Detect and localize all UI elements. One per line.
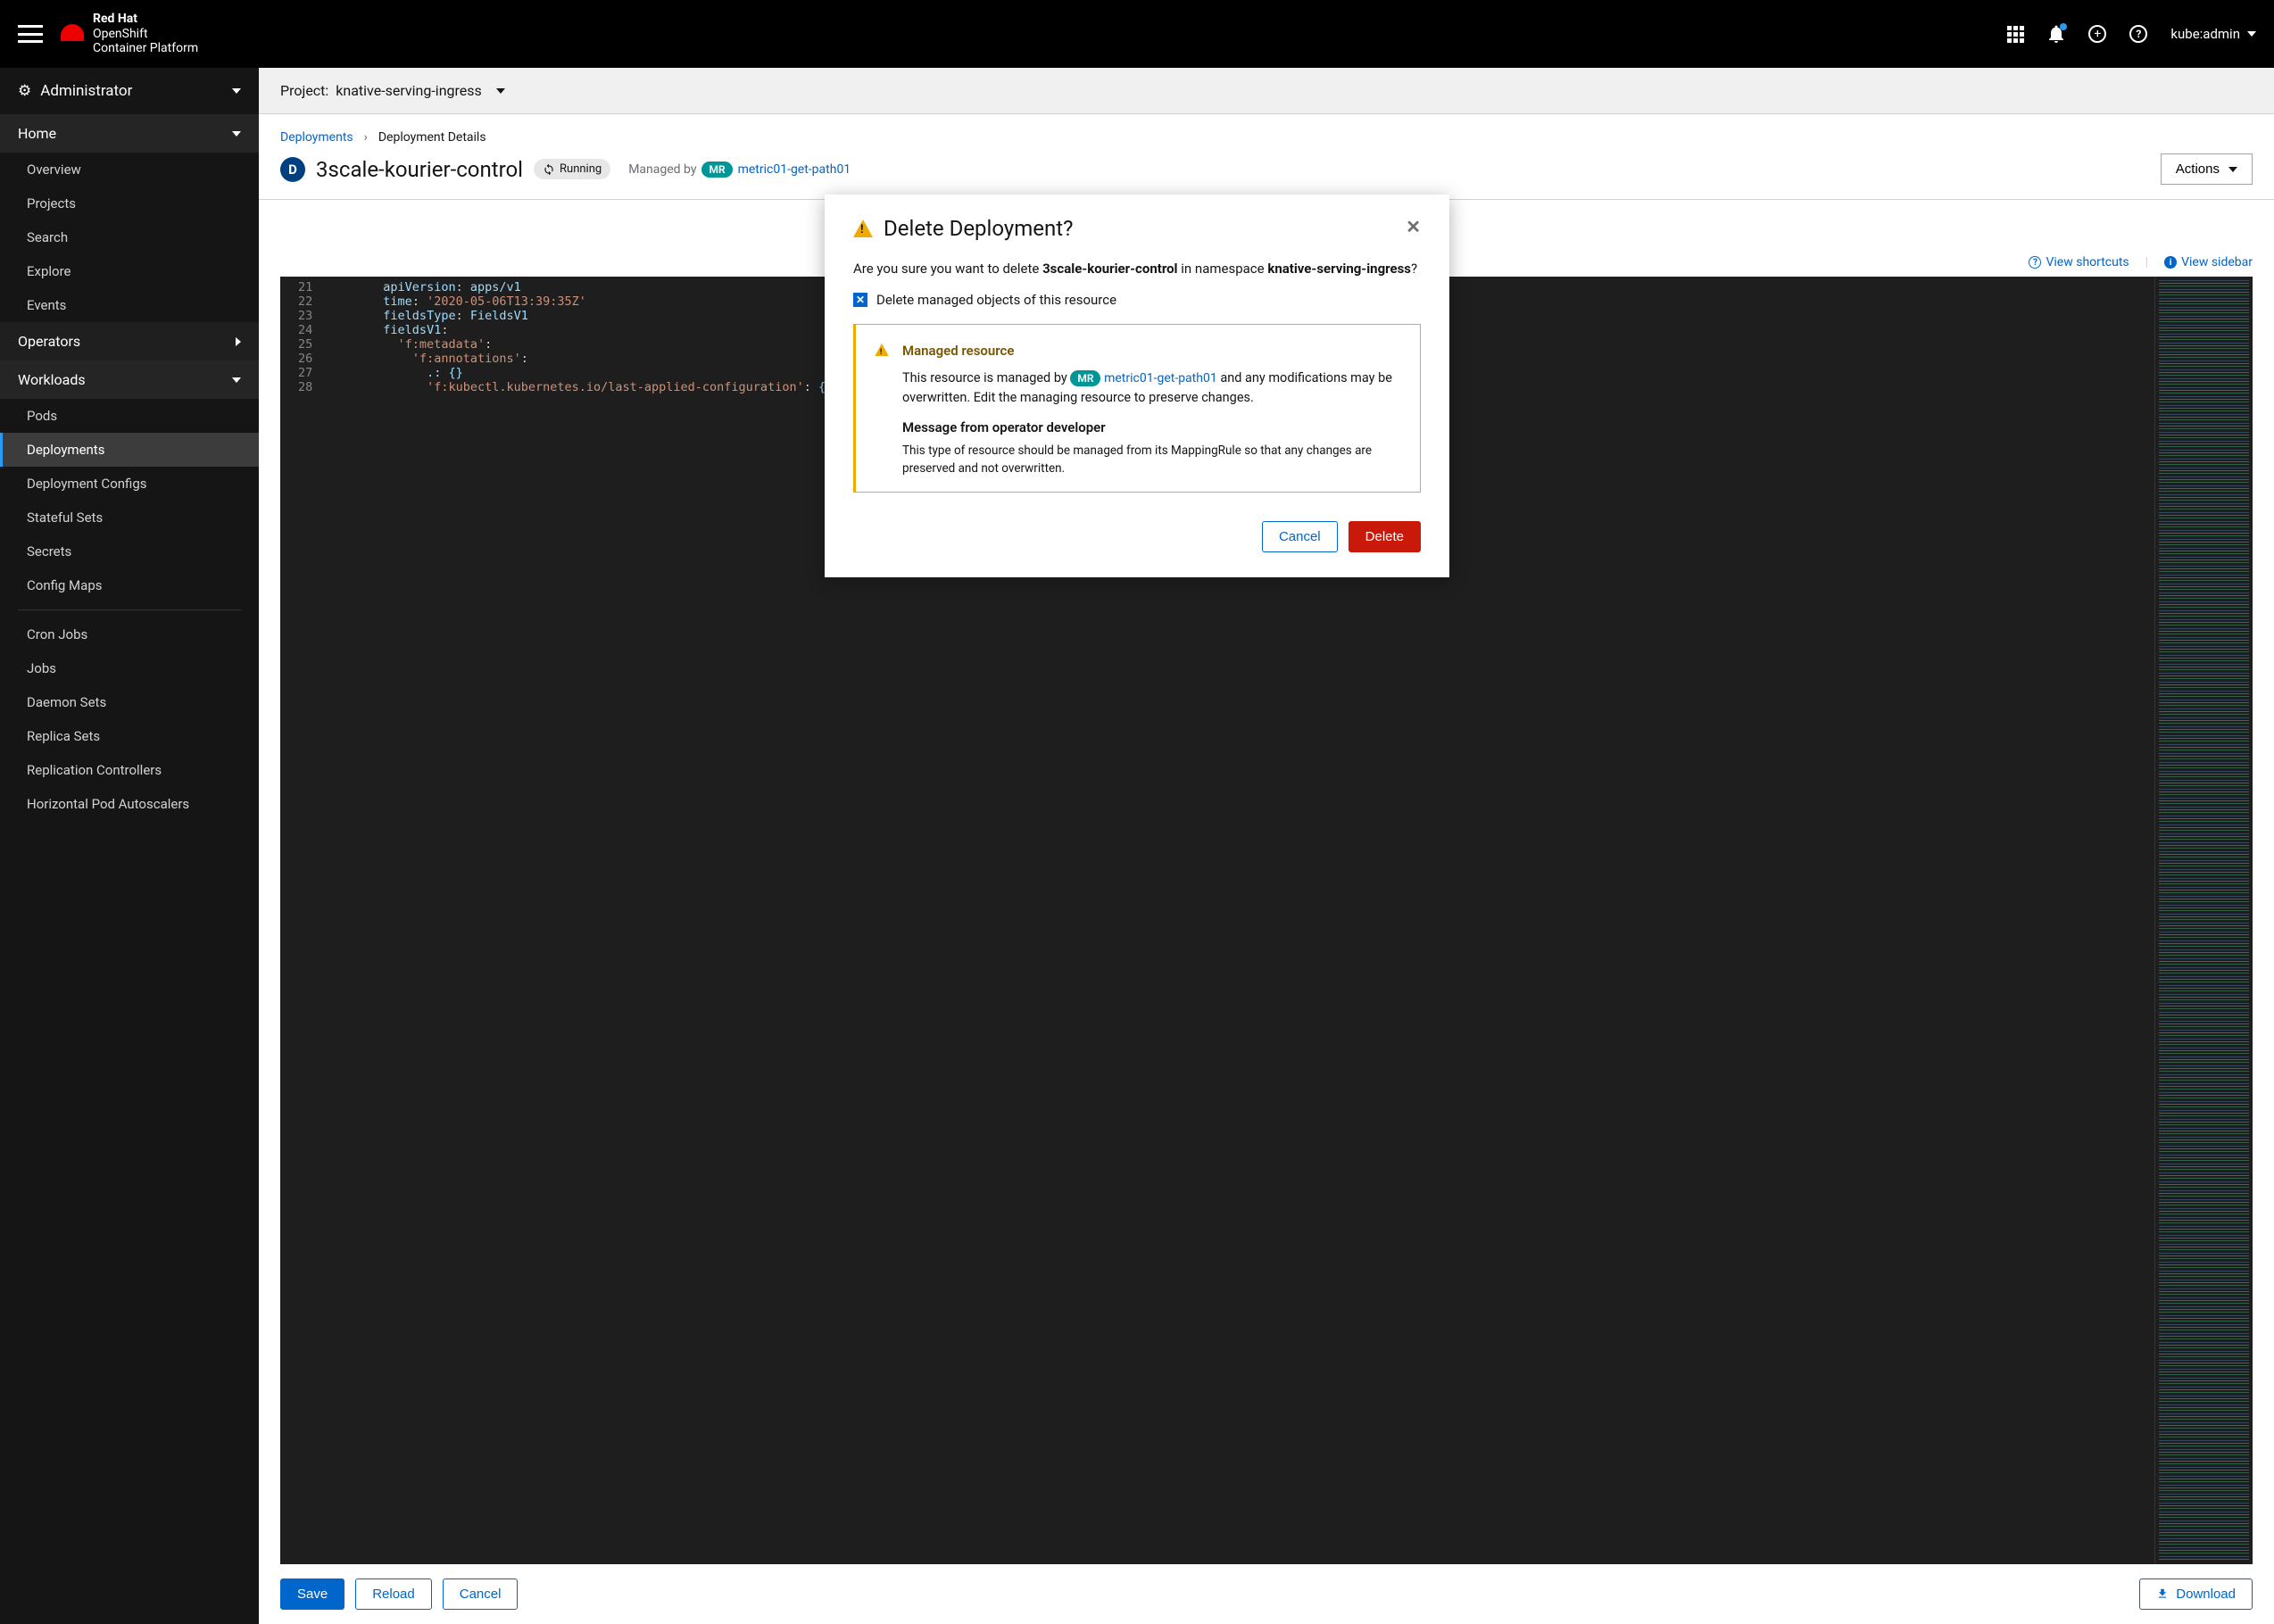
caret-down-icon [2228, 167, 2237, 172]
brand-line2: OpenShift [93, 27, 198, 42]
breadcrumb-current: Deployment Details [378, 130, 486, 145]
hamburger-menu-icon[interactable] [18, 25, 43, 43]
gear-icon: ⚙ [18, 82, 31, 100]
line-gutter: 2122232425262728 [280, 277, 325, 1564]
user-menu[interactable]: kube:admin [2170, 26, 2256, 42]
status-badge: Running [534, 159, 610, 179]
nav-item-replication-controllers[interactable]: Replication Controllers [0, 753, 259, 787]
nav-divider [18, 609, 241, 610]
delete-managed-checkbox[interactable]: ✕ Delete managed objects of this resourc… [853, 290, 1421, 311]
operator-message-body: This type of resource should be managed … [902, 442, 1400, 478]
nav-item-replica-sets[interactable]: Replica Sets [0, 719, 259, 753]
operator-message-title: Message from operator developer [902, 418, 1400, 438]
nav-item-deployments[interactable]: Deployments [0, 433, 259, 467]
modal-delete-button[interactable]: Delete [1349, 521, 1421, 552]
resource-name: 3scale-kourier-control [316, 157, 523, 182]
nav-item-pods[interactable]: Pods [0, 399, 259, 433]
nav-item-daemon-sets[interactable]: Daemon Sets [0, 685, 259, 719]
checkbox-label: Delete managed objects of this resource [876, 290, 1116, 311]
caret-down-icon [2247, 31, 2256, 37]
sidebar: ⚙ Administrator Home Overview Projects Se… [0, 68, 259, 1624]
download-button[interactable]: Download [2139, 1578, 2253, 1610]
nav-item-explore[interactable]: Explore [0, 254, 259, 288]
username: kube:admin [2170, 26, 2240, 42]
project-name: knative-serving-ingress [336, 82, 482, 99]
download-icon [2156, 1587, 2169, 1600]
warning-icon [875, 344, 888, 356]
nav-item-stateful-sets[interactable]: Stateful Sets [0, 501, 259, 534]
sync-icon [543, 163, 555, 176]
nav-item-overview[interactable]: Overview [0, 153, 259, 186]
save-button[interactable]: Save [280, 1578, 344, 1610]
nav-section-label: Home [18, 125, 56, 142]
editor-actions: Save Reload Cancel Download [259, 1564, 2274, 1624]
warning-icon [853, 220, 873, 237]
view-shortcuts-link[interactable]: ?View shortcuts [2029, 255, 2129, 269]
app-launcher-icon[interactable] [2006, 25, 2024, 43]
top-navbar: Red Hat OpenShift Container Platform + ?… [0, 0, 2274, 68]
brand-line1: Red Hat [93, 12, 137, 26]
page-heading: D 3scale-kourier-control Running Managed… [259, 153, 2274, 199]
nav-item-hpa[interactable]: Horizontal Pod Autoscalers [0, 787, 259, 821]
nav-item-secrets[interactable]: Secrets [0, 534, 259, 568]
nav-section-workloads[interactable]: Workloads [0, 360, 259, 399]
managed-resource-link[interactable]: metric01-get-path01 [738, 162, 851, 177]
view-sidebar-link[interactable]: iView sidebar [2164, 255, 2253, 269]
reload-button[interactable]: Reload [355, 1578, 432, 1610]
alert-title: Managed resource [902, 341, 1400, 361]
nav-item-search[interactable]: Search [0, 220, 259, 254]
perspective-label: Administrator [40, 82, 132, 100]
notifications-icon[interactable] [2047, 25, 2065, 43]
perspective-switcher[interactable]: ⚙ Administrator [0, 68, 259, 114]
brand-line3: Container Platform [93, 41, 198, 56]
delete-modal: Delete Deployment? ✕ Are you sure you wa… [825, 195, 1449, 577]
managed-by: Managed by MR metric01-get-path01 [628, 162, 851, 178]
nav-item-cron-jobs[interactable]: Cron Jobs [0, 617, 259, 651]
nav-section-home[interactable]: Home [0, 114, 259, 153]
breadcrumb-parent-link[interactable]: Deployments [280, 130, 353, 145]
mr-badge: MR [1070, 370, 1100, 386]
actions-dropdown[interactable]: Actions [2161, 153, 2253, 185]
help-icon: ? [2029, 256, 2041, 269]
nav-item-jobs[interactable]: Jobs [0, 651, 259, 685]
nav-section-operators[interactable]: Operators [0, 322, 259, 360]
managed-resource-link[interactable]: metric01-get-path01 [1104, 371, 1217, 385]
mr-badge: MR [701, 162, 732, 178]
nav-item-deployment-configs[interactable]: Deployment Configs [0, 467, 259, 501]
minimap[interactable] [2154, 277, 2253, 1564]
help-icon[interactable]: ? [2129, 25, 2147, 43]
modal-title: Delete Deployment? [853, 216, 1073, 241]
add-icon[interactable]: + [2088, 25, 2106, 43]
redhat-fedora-icon [61, 24, 84, 44]
chevron-down-icon [232, 131, 241, 137]
nav-section-label: Operators [18, 333, 80, 350]
checkbox-icon: ✕ [853, 293, 867, 307]
alert-body: This resource is managed by MR metric01-… [902, 369, 1400, 408]
info-icon: i [2164, 256, 2177, 269]
actions-label: Actions [2176, 162, 2220, 177]
product-logo: Red Hat OpenShift Container Platform [61, 12, 198, 56]
nav-item-projects[interactable]: Projects [0, 186, 259, 220]
caret-down-icon [496, 88, 505, 94]
modal-close-button[interactable]: ✕ [1406, 216, 1421, 237]
breadcrumb: Deployments › Deployment Details [259, 114, 2274, 153]
resource-kind-badge: D [280, 157, 305, 182]
cancel-button[interactable]: Cancel [443, 1578, 519, 1610]
project-label: Project: [280, 82, 328, 99]
managed-resource-alert: Managed resource This resource is manage… [853, 324, 1421, 493]
separator: | [2145, 255, 2148, 269]
nav-item-events[interactable]: Events [0, 288, 259, 322]
chevron-down-icon [232, 88, 241, 94]
project-selector[interactable]: Project: knative-serving-ingress [259, 68, 2274, 114]
modal-cancel-button[interactable]: Cancel [1262, 521, 1338, 552]
nav-section-label: Workloads [18, 371, 86, 388]
status-text: Running [560, 162, 602, 176]
breadcrumb-separator: › [364, 130, 368, 145]
managed-by-label: Managed by [628, 162, 696, 177]
nav-item-config-maps[interactable]: Config Maps [0, 568, 259, 602]
chevron-down-icon [232, 377, 241, 383]
chevron-right-icon [236, 337, 241, 346]
modal-message: Are you sure you want to delete 3scale-k… [853, 259, 1421, 279]
